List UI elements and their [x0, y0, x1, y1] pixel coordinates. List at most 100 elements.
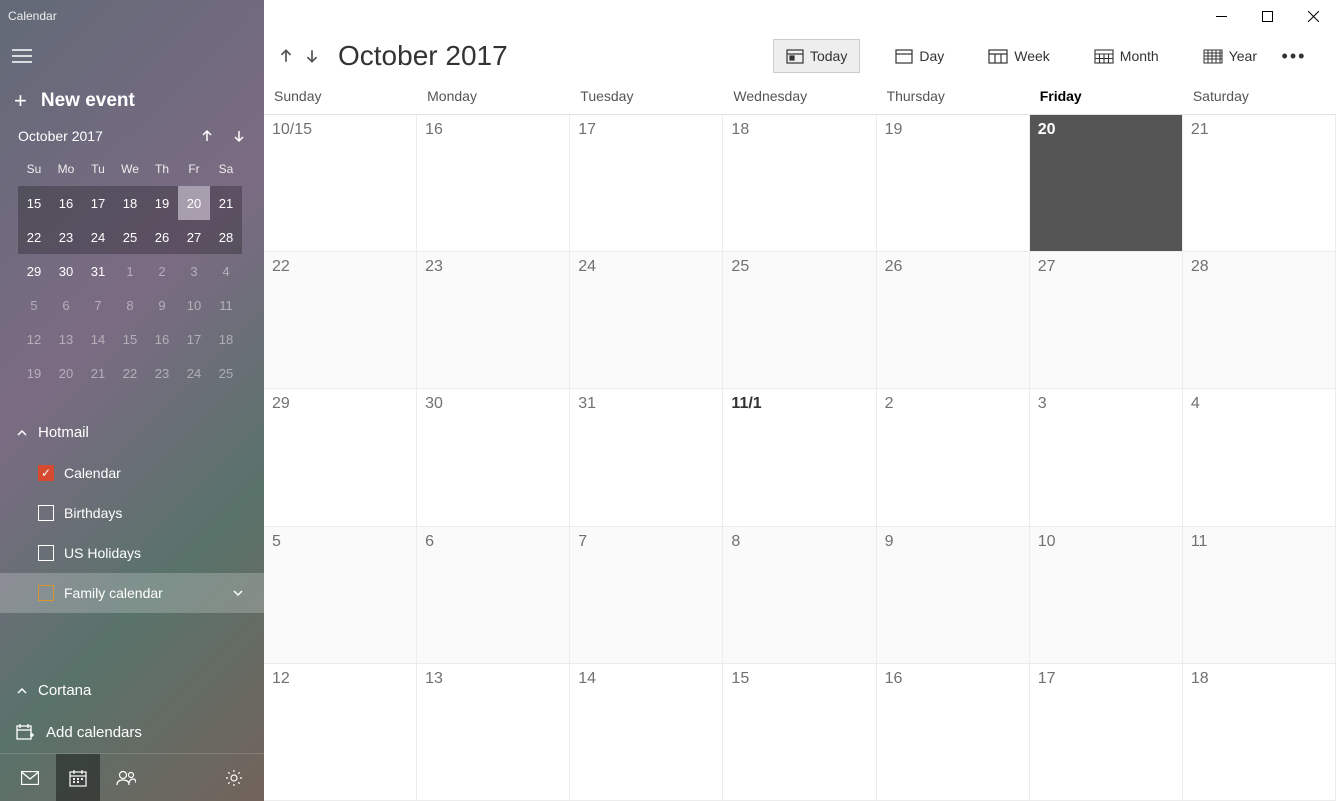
mini-day[interactable]: 29 — [18, 254, 50, 288]
day-cell[interactable]: 5 — [264, 527, 417, 664]
calendar-app-button[interactable] — [56, 754, 100, 801]
day-cell[interactable]: 18 — [723, 115, 876, 252]
mini-day[interactable]: 10 — [178, 288, 210, 322]
day-cell[interactable]: 24 — [570, 252, 723, 389]
day-cell[interactable]: 19 — [877, 115, 1030, 252]
close-button[interactable] — [1290, 0, 1336, 32]
day-cell[interactable]: 15 — [723, 664, 876, 801]
day-cell[interactable]: 11/1 — [723, 389, 876, 526]
day-cell[interactable]: 13 — [417, 664, 570, 801]
day-cell[interactable]: 22 — [264, 252, 417, 389]
checkbox[interactable] — [38, 465, 54, 481]
mini-day[interactable]: 30 — [50, 254, 82, 288]
day-cell[interactable]: 14 — [570, 664, 723, 801]
mini-day[interactable]: 16 — [146, 322, 178, 356]
day-cell[interactable]: 4 — [1183, 389, 1336, 526]
mini-day[interactable]: 23 — [146, 356, 178, 390]
day-cell[interactable]: 21 — [1183, 115, 1336, 252]
day-cell[interactable]: 30 — [417, 389, 570, 526]
calendar-item[interactable]: Family calendar — [0, 573, 264, 613]
minimize-button[interactable] — [1198, 0, 1244, 32]
mini-day[interactable]: 11 — [210, 288, 242, 322]
mini-day[interactable]: 3 — [178, 254, 210, 288]
day-cell[interactable]: 17 — [570, 115, 723, 252]
mini-day[interactable]: 26 — [146, 220, 178, 254]
day-cell[interactable]: 26 — [877, 252, 1030, 389]
day-cell[interactable]: 28 — [1183, 252, 1336, 389]
mini-day[interactable]: 17 — [82, 186, 114, 220]
mini-day[interactable]: 19 — [146, 186, 178, 220]
day-cell[interactable]: 18 — [1183, 664, 1336, 801]
view-day-button[interactable]: Day — [882, 39, 957, 73]
day-cell[interactable]: 31 — [570, 389, 723, 526]
mini-day[interactable]: 25 — [114, 220, 146, 254]
day-cell[interactable]: 9 — [877, 527, 1030, 664]
day-cell[interactable]: 10/15 — [264, 115, 417, 252]
day-cell[interactable]: 17 — [1030, 664, 1183, 801]
day-cell[interactable]: 20 — [1030, 115, 1183, 252]
mini-day[interactable]: 24 — [82, 220, 114, 254]
mini-day[interactable]: 14 — [82, 322, 114, 356]
day-cell[interactable]: 3 — [1030, 389, 1183, 526]
mini-day[interactable]: 12 — [18, 322, 50, 356]
mini-day[interactable]: 22 — [18, 220, 50, 254]
day-cell[interactable]: 7 — [570, 527, 723, 664]
mail-app-button[interactable] — [8, 754, 52, 801]
mini-day[interactable]: 28 — [210, 220, 242, 254]
mini-day[interactable]: 19 — [18, 356, 50, 390]
calendar-item[interactable]: US Holidays — [0, 533, 264, 573]
mini-day[interactable]: 9 — [146, 288, 178, 322]
mini-day[interactable]: 21 — [82, 356, 114, 390]
mini-day[interactable]: 18 — [210, 322, 242, 356]
hamburger-button[interactable] — [0, 32, 264, 80]
mini-day[interactable]: 22 — [114, 356, 146, 390]
calendar-item[interactable]: Birthdays — [0, 493, 264, 533]
account-cortana[interactable]: Cortana — [0, 670, 264, 711]
day-cell[interactable]: 6 — [417, 527, 570, 664]
mini-day[interactable]: 1 — [114, 254, 146, 288]
settings-button[interactable] — [212, 754, 256, 801]
more-button[interactable]: ••• — [1274, 46, 1314, 67]
mini-day[interactable]: 4 — [210, 254, 242, 288]
view-year-button[interactable]: Year — [1190, 39, 1270, 73]
mini-day[interactable]: 2 — [146, 254, 178, 288]
day-cell[interactable]: 27 — [1030, 252, 1183, 389]
day-cell[interactable]: 16 — [417, 115, 570, 252]
prev-period-button[interactable] — [278, 48, 294, 64]
view-week-button[interactable]: Week — [975, 39, 1063, 73]
mini-day[interactable]: 13 — [50, 322, 82, 356]
mini-day[interactable]: 16 — [50, 186, 82, 220]
mini-day[interactable]: 24 — [178, 356, 210, 390]
mini-day[interactable]: 20 — [178, 186, 210, 220]
mini-day[interactable]: 31 — [82, 254, 114, 288]
mini-day[interactable]: 6 — [50, 288, 82, 322]
maximize-button[interactable] — [1244, 0, 1290, 32]
mini-day[interactable]: 21 — [210, 186, 242, 220]
new-event-button[interactable]: + New event — [0, 80, 264, 128]
day-cell[interactable]: 2 — [877, 389, 1030, 526]
checkbox[interactable] — [38, 585, 54, 601]
mini-day[interactable]: 25 — [210, 356, 242, 390]
mini-day[interactable]: 15 — [18, 186, 50, 220]
mini-day[interactable]: 15 — [114, 322, 146, 356]
people-app-button[interactable] — [104, 754, 148, 801]
calendar-item[interactable]: Calendar — [0, 453, 264, 493]
day-cell[interactable]: 10 — [1030, 527, 1183, 664]
expand-button[interactable] — [232, 587, 244, 599]
day-cell[interactable]: 29 — [264, 389, 417, 526]
mini-day[interactable]: 27 — [178, 220, 210, 254]
day-cell[interactable]: 25 — [723, 252, 876, 389]
mini-day[interactable]: 23 — [50, 220, 82, 254]
mini-day[interactable]: 18 — [114, 186, 146, 220]
account-header[interactable]: Hotmail — [0, 412, 264, 453]
day-cell[interactable]: 12 — [264, 664, 417, 801]
next-period-button[interactable] — [304, 48, 320, 64]
mini-next-button[interactable] — [232, 129, 246, 143]
view-month-button[interactable]: Month — [1081, 39, 1172, 73]
today-button[interactable]: Today — [773, 39, 860, 73]
add-calendars-button[interactable]: Add calendars — [0, 711, 264, 753]
mini-day[interactable]: 5 — [18, 288, 50, 322]
mini-day[interactable]: 17 — [178, 322, 210, 356]
mini-day[interactable]: 20 — [50, 356, 82, 390]
day-cell[interactable]: 23 — [417, 252, 570, 389]
